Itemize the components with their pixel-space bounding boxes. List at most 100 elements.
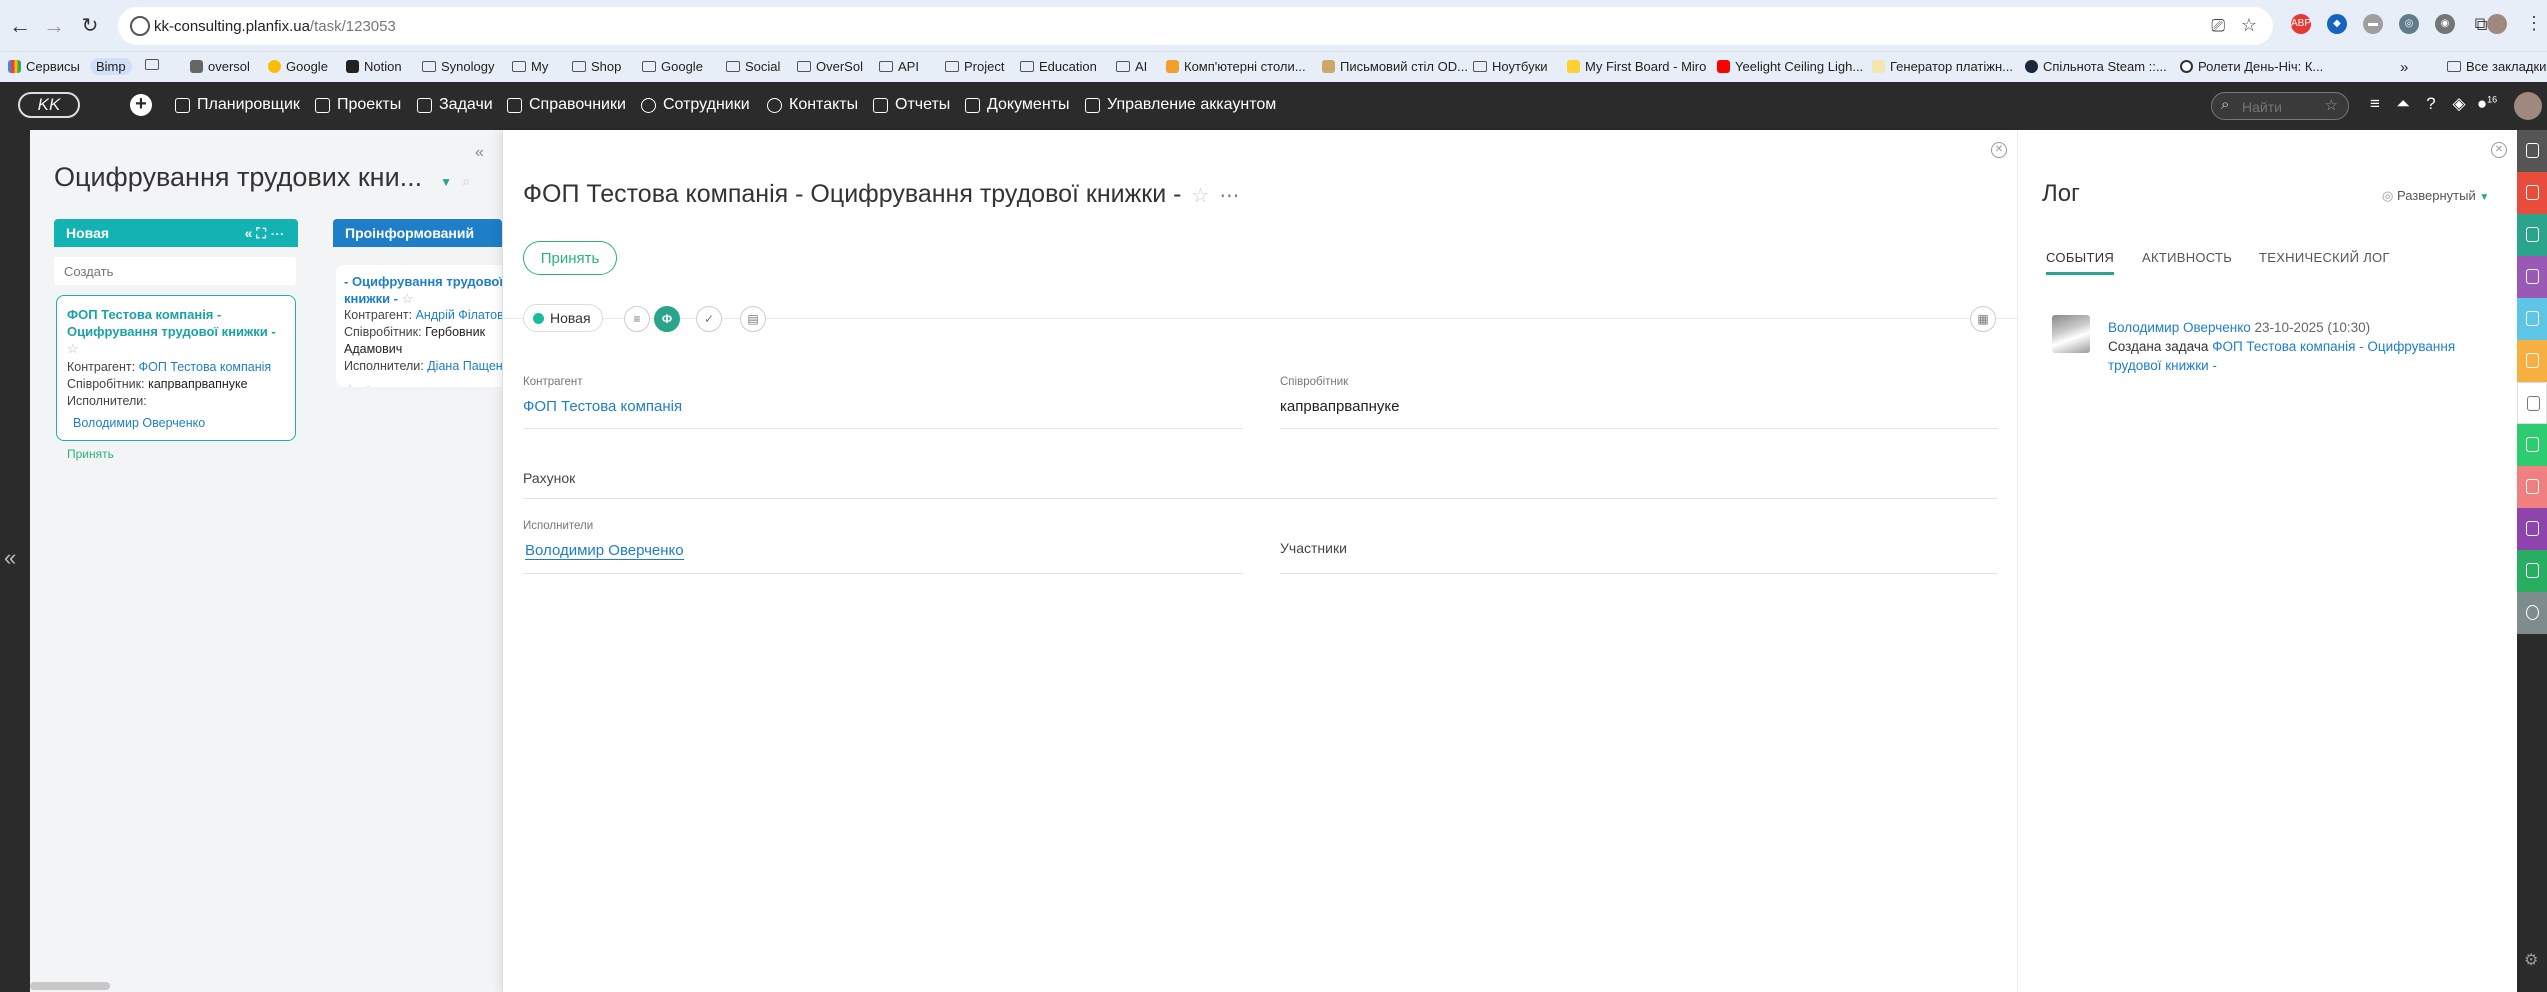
bookmark-item[interactable]: Project (945, 59, 1004, 74)
bookmark-item[interactable]: Social (726, 59, 780, 74)
bookmark-item[interactable]: My (512, 59, 548, 74)
all-bookmarks[interactable]: Все закладки (2447, 59, 2546, 74)
column-informed-header[interactable]: Проінформований (333, 219, 502, 247)
user-avatar[interactable] (2514, 92, 2542, 120)
browser-menu-icon[interactable]: ⋮ (2525, 13, 2543, 34)
bookmark-item[interactable]: Генератор платіжн... (1872, 59, 2013, 74)
tab-activity[interactable]: АКТИВНОСТЬ (2142, 250, 2232, 265)
field-label-invoice[interactable]: Рахунок (523, 470, 575, 486)
nav-projects[interactable]: Проекты (315, 96, 401, 114)
card-title[interactable]: ФОП Тестова компанія - Оцифрування трудо… (67, 306, 285, 357)
bookmark-item[interactable]: Notion (346, 59, 402, 74)
url-bar[interactable]: kk-consulting.planfix.ua/task/123053 ⎚ ☆ (118, 7, 2273, 45)
star-icon[interactable]: ☆ (2325, 96, 2338, 114)
bookmark-item[interactable]: Education (1020, 59, 1097, 74)
card-title[interactable]: - Оцифрування трудової книжки - ☆ (344, 273, 502, 307)
bookmark-item[interactable]: OverSol (797, 59, 863, 74)
toolbar-button[interactable] (2517, 424, 2547, 466)
nav-employees[interactable]: Сотрудники (641, 96, 750, 114)
log-mode-dropdown[interactable]: ◎ Развернутый ▼ (2382, 188, 2489, 204)
bookmark-item[interactable]: Synology (422, 59, 494, 74)
bookmark-item[interactable]: My First Board - Miro (1567, 59, 1706, 74)
contragent-link[interactable]: ФОП Тестова компанія (523, 398, 682, 415)
bookmark-item[interactable]: Shop (572, 59, 621, 74)
status-badge[interactable]: Новая (523, 304, 603, 332)
dropdown-caret-icon[interactable]: ▼ (440, 175, 452, 189)
star-icon[interactable]: ☆ (344, 381, 357, 387)
employee-value[interactable]: капрвапрвапнуке (1280, 398, 1399, 415)
menu-icon[interactable]: ≡ (2364, 94, 2386, 114)
bookmark-item[interactable]: Сервисы (8, 59, 80, 74)
nav-contacts[interactable]: Контакты (767, 96, 858, 114)
bookmark-item[interactable]: Комп'ютерні столи... (1166, 59, 1306, 74)
card-contragent-link[interactable]: ФОП Тестова компанія (139, 360, 272, 374)
star-icon[interactable]: ☆ (67, 341, 79, 356)
toolbar-button[interactable] (2517, 466, 2547, 508)
toolbar-button[interactable] (2517, 382, 2547, 424)
install-app-icon[interactable]: ⎚ (2211, 16, 2225, 36)
toolbar-button[interactable] (2517, 298, 2547, 340)
user-notifications-icon[interactable]: ●16 (2476, 94, 2498, 114)
profile-avatar[interactable] (2487, 14, 2507, 34)
tab-events[interactable]: СОБЫТИЯ (2046, 250, 2115, 275)
accept-button[interactable]: Принять (523, 241, 617, 275)
bookmark-item[interactable]: Google (642, 59, 703, 74)
nav-reports[interactable]: Отчеты (873, 96, 950, 114)
bell-icon[interactable]: ♫ (360, 381, 371, 387)
expand-left-icon[interactable]: « (4, 545, 16, 571)
toolbar-button[interactable] (2517, 592, 2547, 634)
nav-account[interactable]: Управление аккаунтом (1085, 96, 1276, 114)
bookmark-item[interactable]: Ролети День-Ніч: К... (2180, 59, 2323, 74)
executor-link[interactable]: Володимир Оверченко (525, 542, 684, 560)
checklist-icon[interactable]: ✓ (696, 306, 722, 332)
kk-logo[interactable]: KK (18, 92, 80, 118)
star-bookmark-icon[interactable]: ☆ (2241, 15, 2257, 36)
card-executor-link[interactable]: Діана Пащенко (427, 359, 502, 373)
bookmark-item[interactable] (145, 59, 159, 70)
star-icon[interactable]: ☆ (1191, 185, 1209, 207)
bookmarks-overflow-icon[interactable]: » (2400, 59, 2408, 76)
bookmark-item[interactable]: Google (268, 59, 328, 74)
rocket-icon[interactable]: ⏶ (2392, 94, 2414, 114)
bookmark-item[interactable]: API (879, 59, 919, 74)
create-task-input[interactable] (54, 257, 296, 285)
calendar-icon[interactable]: ▦ (1970, 306, 1996, 332)
reload-icon[interactable]: ↻ (76, 12, 104, 40)
help-icon[interactable]: ? (2420, 94, 2442, 114)
bookmark-item[interactable]: Спільнота Steam ::... (2025, 59, 2167, 74)
toolbar-button[interactable] (2517, 214, 2547, 256)
close-icon[interactable]: ✕ (2491, 142, 2507, 158)
horizontal-scrollbar[interactable] (30, 982, 110, 990)
back-icon[interactable]: ← (6, 12, 34, 40)
bookmark-item[interactable]: Yeelight Ceiling Ligh... (1717, 59, 1863, 74)
bookmark-item[interactable]: oversol (190, 59, 250, 74)
extension-icon[interactable]: ◎ (2399, 14, 2419, 34)
toolbar-button[interactable] (2517, 550, 2547, 592)
column-new-header[interactable]: Новая « ⛶ ⋯ (54, 219, 298, 247)
nav-planner[interactable]: Планировщик (175, 96, 300, 114)
collapse-panel-icon[interactable]: « (475, 144, 484, 162)
toolbar-button[interactable] (2517, 256, 2547, 298)
search-input[interactable] (2242, 97, 2322, 117)
toolbar-button[interactable] (2517, 130, 2547, 172)
adblock-extension-icon[interactable]: ABP (2291, 14, 2311, 34)
column-tools-icon[interactable]: « ⛶ ⋯ (245, 219, 284, 247)
search-icon[interactable]: ⌕ (462, 173, 470, 189)
close-icon[interactable]: ✕ (1991, 142, 2007, 158)
star-icon[interactable]: ☆ (402, 291, 414, 306)
nav-tasks[interactable]: Задачи (417, 96, 493, 114)
bookmark-item[interactable]: AI (1116, 59, 1147, 74)
bookmark-item[interactable]: Bimp (90, 58, 132, 75)
tab-tech-log[interactable]: ТЕХНИЧЕСКИЙ ЛОГ (2259, 250, 2390, 265)
shield-extension-icon[interactable]: ◆ (2327, 14, 2347, 34)
toolbar-button[interactable] (2517, 508, 2547, 550)
author-avatar[interactable] (2052, 315, 2090, 353)
field-icon[interactable]: Ф (654, 306, 680, 332)
search-box[interactable]: ⌕ ☆ (2211, 92, 2349, 120)
bookmark-item[interactable]: Ноутбуки (1473, 59, 1548, 74)
toolbar-button[interactable] (2517, 172, 2547, 214)
forward-icon[interactable]: → (40, 12, 68, 40)
task-card[interactable]: ФОП Тестова компанія - Оцифрування трудо… (56, 295, 296, 461)
more-icon[interactable]: ⋯ (1219, 185, 1239, 207)
description-icon[interactable]: ≡ (624, 306, 650, 332)
